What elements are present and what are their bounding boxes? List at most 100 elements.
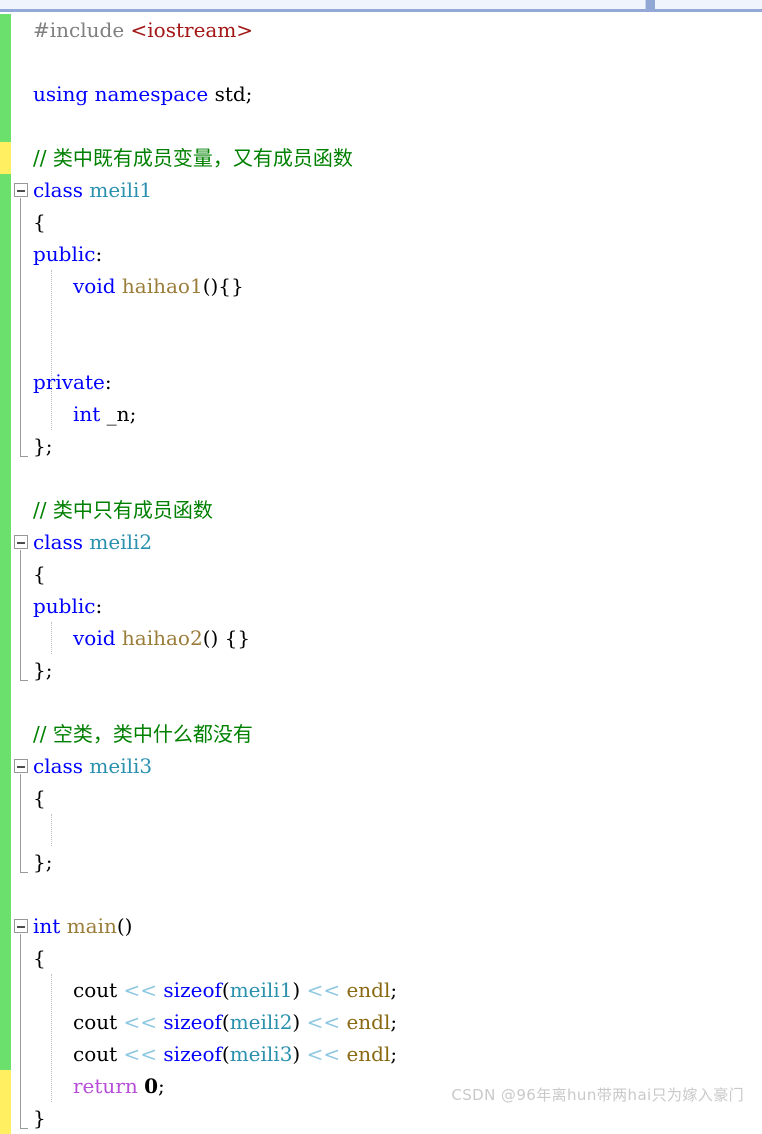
indent-guide	[51, 814, 52, 846]
code-token: )	[292, 978, 307, 1002]
code-token: haihao1	[121, 274, 203, 298]
code-line[interactable]: #include <iostream>	[33, 14, 253, 46]
code-line[interactable]: {	[33, 206, 46, 238]
code-text-area[interactable]: #include <iostream> using namespace std; /…	[0, 12, 762, 1130]
code-token: #include	[33, 18, 125, 42]
code-token: };	[33, 658, 53, 682]
code-line[interactable]: {	[33, 942, 46, 974]
code-token: meili3	[89, 754, 153, 778]
code-token: ;	[390, 978, 398, 1002]
code-token: meili1	[89, 178, 153, 202]
code-token: )	[292, 1010, 307, 1034]
code-line[interactable]: // 空类，类中什么都没有	[33, 718, 253, 750]
code-line[interactable]: cout << sizeof(meili2) << endl;	[73, 1006, 397, 1038]
code-token: return	[73, 1074, 138, 1098]
code-token: sizeof	[163, 978, 222, 1002]
code-token: endl	[346, 1042, 391, 1066]
code-token: meili1	[229, 978, 293, 1002]
code-token: 0	[144, 1074, 159, 1098]
code-line[interactable]: using namespace std;	[33, 78, 252, 110]
code-token: sizeof	[163, 1042, 222, 1066]
code-token: :	[95, 242, 103, 266]
code-line[interactable]: return 0;	[73, 1070, 165, 1102]
tab-active[interactable]	[0, 0, 646, 9]
code-editor-surface[interactable]: #include <iostream> using namespace std; /…	[0, 12, 762, 1134]
code-token: <<	[123, 1010, 158, 1034]
code-token: int	[33, 914, 61, 938]
code-line[interactable]: }	[33, 1102, 46, 1134]
code-token: :	[95, 594, 103, 618]
code-token: _n;	[100, 402, 137, 426]
code-token: void	[73, 626, 116, 650]
code-token: class	[33, 178, 84, 202]
code-token: meili2	[89, 530, 153, 554]
code-token: // 类中既有成员变量，又有成员函数	[33, 146, 353, 170]
code-token: class	[33, 754, 84, 778]
code-token: ()	[116, 914, 133, 938]
code-token: };	[33, 434, 53, 458]
code-token: meili2	[229, 1010, 293, 1034]
code-line[interactable]: int main()	[33, 910, 132, 942]
code-line[interactable]: cout << sizeof(meili1) << endl;	[73, 974, 397, 1006]
code-line[interactable]: public:	[33, 238, 102, 270]
code-token: {	[33, 562, 46, 586]
code-token: {	[33, 786, 46, 810]
code-token: cout	[73, 978, 118, 1002]
code-token: () {}	[202, 626, 251, 650]
code-token: <<	[123, 978, 158, 1002]
code-token: <<	[123, 1042, 158, 1066]
code-line[interactable]: void haihao2() {}	[73, 622, 250, 654]
code-line[interactable]: // 类中只有成员函数	[33, 494, 213, 526]
code-token: }	[33, 1106, 46, 1130]
code-token: class	[33, 530, 84, 554]
code-line[interactable]: // 类中既有成员变量，又有成员函数	[33, 142, 353, 174]
code-line[interactable]: class meili3	[33, 750, 152, 782]
code-token: // 类中只有成员函数	[33, 498, 213, 522]
code-token: cout	[73, 1042, 118, 1066]
code-token: endl	[346, 1010, 391, 1034]
code-token: cout	[73, 1010, 118, 1034]
code-token: ;	[158, 1074, 165, 1098]
code-token: <iostream>	[130, 18, 254, 42]
code-token: ;	[390, 1042, 398, 1066]
code-token: public	[33, 594, 96, 618]
code-token: std;	[208, 82, 253, 106]
code-token: )	[292, 1042, 307, 1066]
tab-inactive[interactable]	[655, 0, 762, 9]
code-token: void	[73, 274, 116, 298]
code-line[interactable]: cout << sizeof(meili3) << endl;	[73, 1038, 397, 1070]
code-token: <<	[306, 1010, 341, 1034]
fold-region-end-tick	[20, 1128, 28, 1129]
code-line[interactable]: void haihao1(){}	[73, 270, 244, 302]
code-line[interactable]: {	[33, 558, 46, 590]
indent-guide	[51, 270, 52, 430]
code-token: // 空类，类中什么都没有	[33, 722, 253, 746]
code-line[interactable]: private:	[33, 366, 112, 398]
code-token: public	[33, 242, 96, 266]
code-line[interactable]: int _n;	[73, 398, 136, 430]
code-line[interactable]: };	[33, 654, 52, 686]
indent-guide	[51, 622, 52, 654]
indent-guide	[51, 974, 52, 1102]
code-token: {	[33, 210, 46, 234]
code-token: meili3	[229, 1042, 293, 1066]
code-line[interactable]: };	[33, 430, 52, 462]
code-token: <<	[306, 978, 341, 1002]
code-token: ;	[390, 1010, 398, 1034]
code-token: };	[33, 850, 53, 874]
code-line[interactable]: class meili1	[33, 174, 152, 206]
code-line[interactable]: class meili2	[33, 526, 152, 558]
code-token: (	[221, 1042, 230, 1066]
code-token: haihao2	[121, 626, 203, 650]
code-token: using namespace	[33, 82, 209, 106]
code-line[interactable]: public:	[33, 590, 102, 622]
code-token: {	[33, 946, 46, 970]
editor-tab-strip	[0, 0, 762, 12]
code-line[interactable]: };	[33, 846, 52, 878]
code-token: private	[33, 370, 105, 394]
code-line[interactable]: {	[33, 782, 46, 814]
csdn-watermark: CSDN @96年离hun带两hai只为嫁入豪门	[451, 1086, 744, 1104]
code-token: endl	[346, 978, 391, 1002]
code-token: :	[104, 370, 112, 394]
code-token: (){}	[202, 274, 244, 298]
